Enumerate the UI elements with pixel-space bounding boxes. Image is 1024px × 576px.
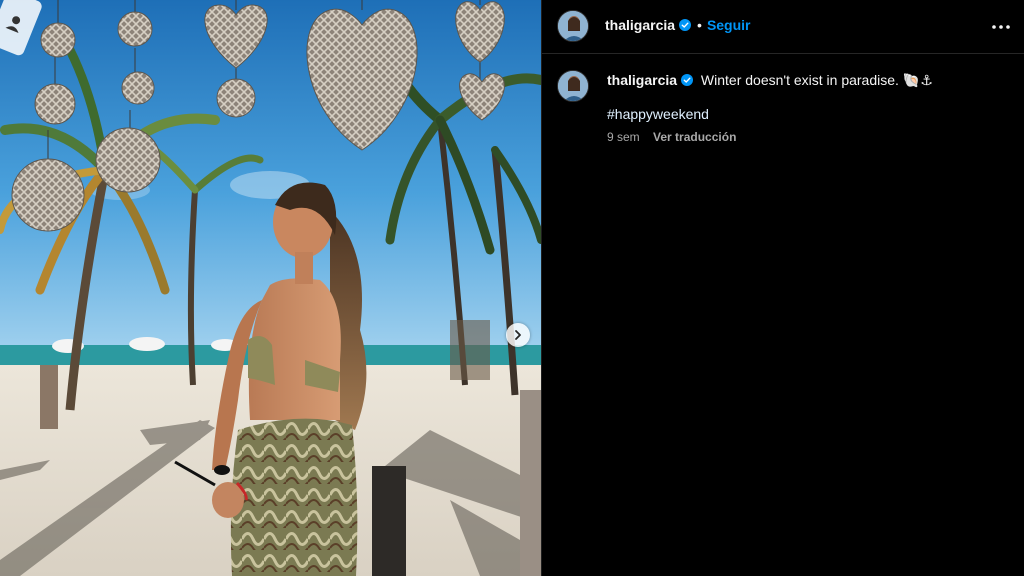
next-photo-button[interactable] <box>506 323 530 347</box>
caption-avatar[interactable] <box>557 70 589 102</box>
caption-text: Winter doesn't exist in paradise. 🐚⚓ <box>700 72 933 88</box>
chevron-right-icon <box>515 330 521 340</box>
post-caption: thaligarcia Winter doesn't exist in para… <box>607 71 1007 89</box>
more-options-icon <box>992 25 1010 29</box>
see-translation-button[interactable]: Ver traducción <box>653 130 736 144</box>
follow-button[interactable]: Seguir <box>707 17 751 33</box>
verified-badge-icon <box>679 19 692 31</box>
verified-badge-icon <box>681 74 694 86</box>
post-details-panel: thaligarcia • Seguir thaligarcia Winter … <box>541 0 1024 576</box>
username-link[interactable]: thaligarcia <box>605 17 675 33</box>
separator-dot: • <box>697 17 702 33</box>
avatar[interactable] <box>557 10 589 42</box>
caption-username-link[interactable]: thaligarcia <box>607 72 677 88</box>
post-photo[interactable] <box>0 0 541 576</box>
post-timestamp: 9 sem <box>607 130 640 144</box>
more-options-button[interactable] <box>991 17 1011 37</box>
post-header: thaligarcia • Seguir <box>542 0 1024 54</box>
post-meta: 9 sem Ver traducción <box>607 130 736 144</box>
hashtag-link[interactable]: #happyweekend <box>607 106 709 122</box>
beach-photo-illustration <box>0 0 541 576</box>
